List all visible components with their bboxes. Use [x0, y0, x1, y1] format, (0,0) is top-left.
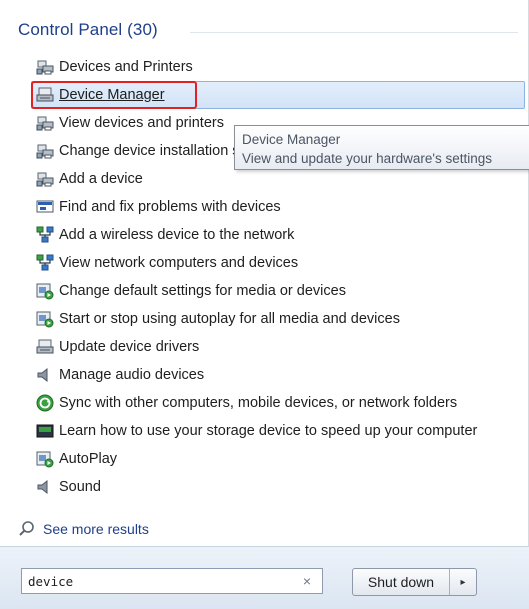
tooltip-description: View and update your hardware's settings: [242, 151, 492, 166]
result-item[interactable]: Devices and Printers: [31, 53, 525, 81]
sync-icon: [36, 394, 54, 412]
shut-down-button[interactable]: Shut down: [353, 569, 450, 595]
result-item[interactable]: Change default settings for media or dev…: [31, 277, 525, 305]
result-item-label: Change default settings for media or dev…: [59, 283, 346, 299]
devices-printers-icon: [36, 114, 54, 132]
result-item[interactable]: Sound: [31, 473, 525, 501]
result-item[interactable]: AutoPlay: [31, 445, 525, 473]
result-item[interactable]: View network computers and devices: [31, 249, 525, 277]
result-item-label: Start or stop using autoplay for all med…: [59, 311, 400, 327]
result-item[interactable]: Sync with other computers, mobile device…: [31, 389, 525, 417]
result-item-label: Learn how to use your storage device to …: [59, 423, 478, 439]
result-item-label: Add a device: [59, 171, 143, 187]
result-item-label: Devices and Printers: [59, 59, 193, 75]
shut-down-button-group: Shut down ▸: [352, 568, 477, 596]
storage-icon: [36, 422, 54, 440]
clear-search-icon[interactable]: ×: [303, 573, 311, 589]
result-item-label: Add a wireless device to the network: [59, 227, 295, 243]
see-more-results-link[interactable]: See more results: [18, 520, 149, 538]
chevron-right-icon: ▸: [460, 576, 466, 588]
devices-printers-icon: [36, 58, 54, 76]
network-icon: [36, 226, 54, 244]
shut-down-label: Shut down: [367, 574, 435, 590]
result-item[interactable]: Start or stop using autoplay for all med…: [31, 305, 525, 333]
result-item-label: Find and fix problems with devices: [59, 199, 281, 215]
result-item-label: Update device drivers: [59, 339, 200, 355]
result-item[interactable]: Add a wireless device to the network: [31, 221, 525, 249]
result-item[interactable]: Manage audio devices: [31, 361, 525, 389]
result-item-label: Manage audio devices: [59, 367, 205, 383]
result-item[interactable]: Find and fix problems with devices: [31, 193, 525, 221]
start-menu-bottom-bar: × Shut down ▸: [0, 546, 529, 609]
group-header-control-panel[interactable]: Control Panel (30): [18, 20, 158, 40]
speaker-icon: [36, 366, 54, 384]
search-icon: [18, 520, 36, 538]
device-manager-icon: [36, 338, 54, 356]
result-item-label: Device Manager: [59, 87, 165, 103]
results-list: Devices and Printers Device Manager View…: [31, 53, 525, 501]
devices-printers-icon: [36, 142, 54, 160]
speaker-icon: [36, 478, 54, 496]
result-item-label: Sound: [59, 479, 101, 495]
result-item-label: View network computers and devices: [59, 255, 299, 271]
troubleshoot-icon: [36, 198, 54, 216]
devices-printers-icon: [36, 170, 54, 188]
result-item-label: Sync with other computers, mobile device…: [59, 395, 458, 411]
tooltip-title: Device Manager: [242, 132, 341, 147]
autoplay-icon: [36, 282, 54, 300]
result-item-label: View devices and printers: [59, 115, 224, 131]
result-item[interactable]: Update device drivers: [31, 333, 525, 361]
result-item[interactable]: Device Manager: [31, 81, 525, 109]
group-divider: [190, 32, 518, 33]
autoplay-icon: [36, 450, 54, 468]
shut-down-options-button[interactable]: ▸: [450, 569, 476, 595]
result-item[interactable]: Learn how to use your storage device to …: [31, 417, 525, 445]
search-box[interactable]: ×: [21, 568, 323, 594]
network-icon: [36, 254, 54, 272]
autoplay-icon: [36, 310, 54, 328]
search-input[interactable]: [28, 569, 288, 593]
device-manager-icon: [36, 86, 54, 104]
see-more-results-label: See more results: [43, 521, 149, 537]
search-results-panel: Control Panel (30) Devices and Printers …: [0, 0, 529, 546]
tooltip: Device Manager View and update your hard…: [234, 125, 529, 170]
result-item-label: AutoPlay: [59, 451, 118, 467]
